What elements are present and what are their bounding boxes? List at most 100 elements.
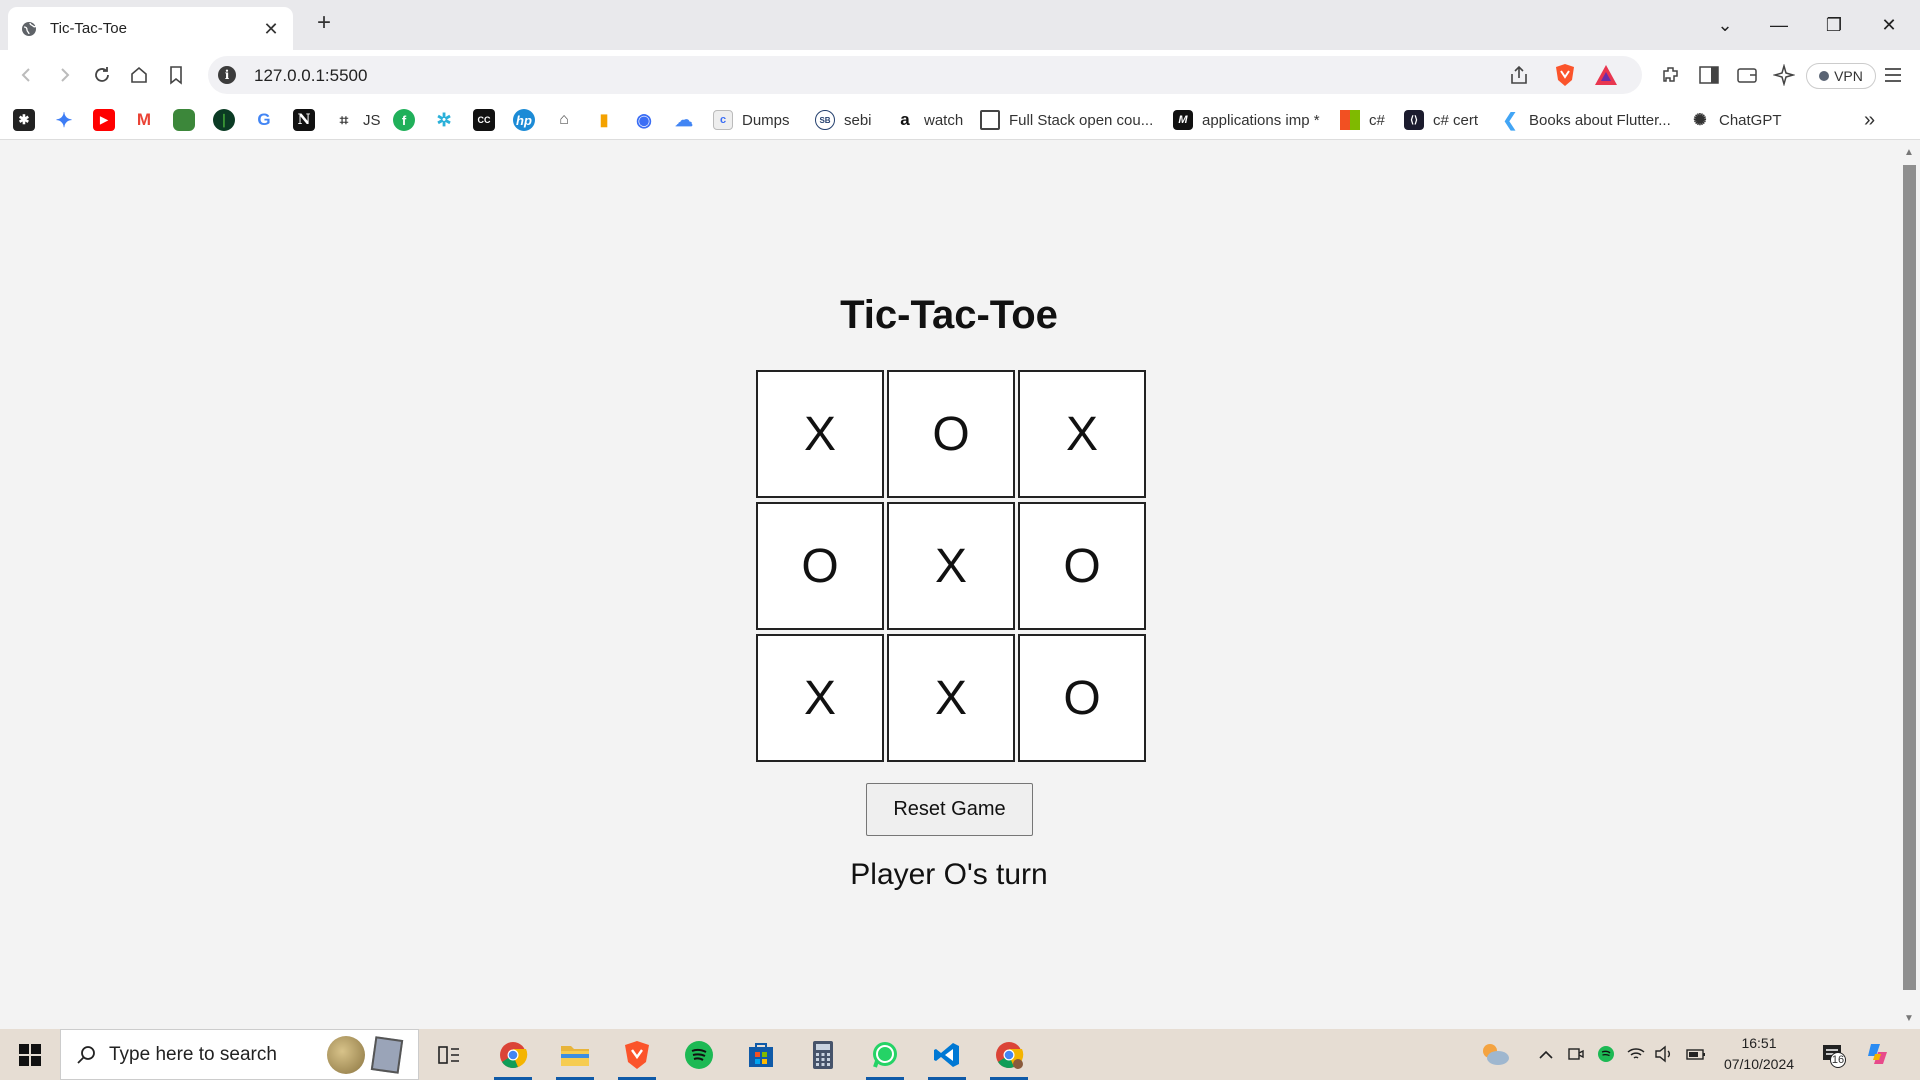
clock-time: 16:51 [1741,1035,1777,1051]
dumps-icon: c [713,110,733,130]
microsoft-store-icon[interactable] [736,1035,786,1075]
forward-button[interactable] [51,62,77,88]
share-icon[interactable] [1506,62,1532,88]
menu-icon[interactable] [1880,62,1906,88]
wallet-icon[interactable] [1734,62,1760,88]
google-icon[interactable]: G [253,109,275,131]
minimize-button[interactable]: — [1756,8,1802,42]
site-info-icon[interactable]: i [218,66,236,84]
nodejs-icon[interactable] [173,109,195,131]
taskbar: Type here to search 16:51 07/10/2024 16 [0,1029,1920,1080]
cloud-icon[interactable]: ☁ [673,109,695,131]
clock-date: 07/10/2024 [1723,1056,1795,1072]
leo-ai-icon[interactable] [1771,62,1797,88]
bookmark-label: Full Stack open cou... [1009,111,1154,129]
spotify-icon[interactable] [674,1035,724,1075]
tab-search-icon[interactable]: ⌄ [1702,8,1748,42]
course-icon[interactable]: ⌂ [553,109,575,131]
analytics-icon[interactable]: ▮ [593,109,615,131]
bookmark-button[interactable] [163,62,189,88]
spotify-tray-icon[interactable] [1594,1042,1618,1066]
tab-title: Tic-Tac-Toe [50,20,127,37]
gemini-icon[interactable]: ✦ [53,109,75,132]
bookmark-js[interactable]: ⌗ JS [334,107,381,133]
bookmark-csharp-cert[interactable]: ⟨⟩ c# cert [1404,107,1478,133]
weather-icon[interactable] [1478,1042,1512,1066]
url-text[interactable]: 127.0.0.1:5500 [254,66,367,86]
browser-tab[interactable]: Tic-Tac-Toe ✕ [8,7,293,50]
reload-button[interactable] [89,62,115,88]
brave-shields-icon[interactable] [1552,62,1578,88]
mongodb-icon[interactable]: ❘ [213,109,235,131]
home-button[interactable] [126,62,152,88]
bookmark-full-stack[interactable]: Full Stack open cou... [980,107,1153,133]
board-cell[interactable]: O [887,370,1015,498]
bookmark-chatgpt[interactable]: ✺ ChatGPT [1690,107,1781,133]
bookmark-flutter[interactable]: ❮ Books about Flutter... [1500,107,1670,133]
search-placeholder: Type here to search [109,1043,277,1065]
copilot-icon[interactable] [1864,1042,1894,1066]
board-cell[interactable]: O [756,502,884,630]
microsoft-icon [1340,110,1360,130]
bookmark-applications[interactable]: M applications imp * [1173,107,1320,133]
windows-start-button[interactable] [0,1029,60,1080]
extensions-icon[interactable] [1658,62,1684,88]
board-cell[interactable]: X [756,634,884,762]
board-cell[interactable]: O [1018,634,1146,762]
tab-close-icon[interactable]: ✕ [261,19,281,39]
meet-now-icon[interactable] [1564,1042,1588,1066]
file-explorer-icon[interactable] [550,1035,600,1080]
notifications-icon[interactable]: 16 [1818,1042,1848,1068]
youtube-icon[interactable]: ▶ [93,109,115,131]
bookmark-label: JS [363,111,381,129]
brave-rewards-icon[interactable] [1593,62,1619,88]
notion-icon[interactable]: N [293,109,315,131]
scroll-up-arrow-icon[interactable]: ▲ [1903,147,1915,159]
cc-icon[interactable]: CC [473,109,495,131]
freecodecamp-icon[interactable]: f [393,109,415,131]
taskbar-search-box[interactable]: Type here to search [60,1029,419,1080]
close-window-button[interactable]: ✕ [1866,8,1912,42]
search-highlight-book-icon [370,1036,404,1074]
search-icon [77,1045,95,1064]
board-cell[interactable]: X [1018,370,1146,498]
search-highlight-icon [327,1036,365,1074]
bookmark-csharp[interactable]: c# [1340,107,1385,133]
clock[interactable]: 16:51 07/10/2024 [1700,1033,1818,1075]
restore-button[interactable]: ❐ [1811,8,1857,42]
bookmark-icon-1[interactable]: ✱ [13,109,35,131]
show-hidden-icons-icon[interactable] [1534,1042,1558,1066]
hp-icon[interactable]: hp [513,109,535,131]
new-tab-button[interactable]: + [312,11,336,36]
board-cell[interactable]: O [1018,502,1146,630]
scrollbar[interactable]: ▲ ▼ [1898,141,1920,1029]
chrome-icon[interactable] [488,1035,538,1080]
tab-strip: Tic-Tac-Toe ✕ + ⌄ — ❐ ✕ [0,0,1920,50]
whatsapp-icon[interactable] [860,1035,910,1080]
task-view-icon[interactable] [424,1035,474,1075]
bookmark-watch[interactable]: a watch [895,107,963,133]
bookmark-sebi[interactable]: SB sebi [815,107,872,133]
brave-browser-icon[interactable] [612,1035,662,1080]
windows-icon [19,1043,41,1066]
scroll-thumb[interactable] [1903,165,1916,990]
bookmarks-overflow-button[interactable]: » [1864,107,1875,133]
firefox-icon[interactable]: ◉ [633,109,655,131]
bookmark-dumps[interactable]: c Dumps [713,107,790,133]
back-button[interactable] [14,62,40,88]
vpn-button[interactable]: VPN [1806,63,1876,89]
board-cell[interactable]: X [887,634,1015,762]
chrome-profile-icon[interactable] [984,1035,1034,1080]
board-cell[interactable]: X [887,502,1015,630]
reset-game-button[interactable]: Reset Game [866,783,1033,836]
scroll-down-arrow-icon[interactable]: ▼ [1903,1013,1915,1025]
address-bar[interactable]: i 127.0.0.1:5500 [208,56,1642,94]
sidebar-icon[interactable] [1696,62,1722,88]
calculator-icon[interactable] [798,1035,848,1075]
board-cell[interactable]: X [756,370,884,498]
vscode-icon[interactable] [922,1035,972,1080]
slack-icon[interactable]: ✲ [433,109,455,131]
gmail-icon[interactable]: M [133,109,155,131]
volume-icon[interactable] [1652,1042,1676,1066]
wifi-icon[interactable] [1624,1042,1648,1066]
